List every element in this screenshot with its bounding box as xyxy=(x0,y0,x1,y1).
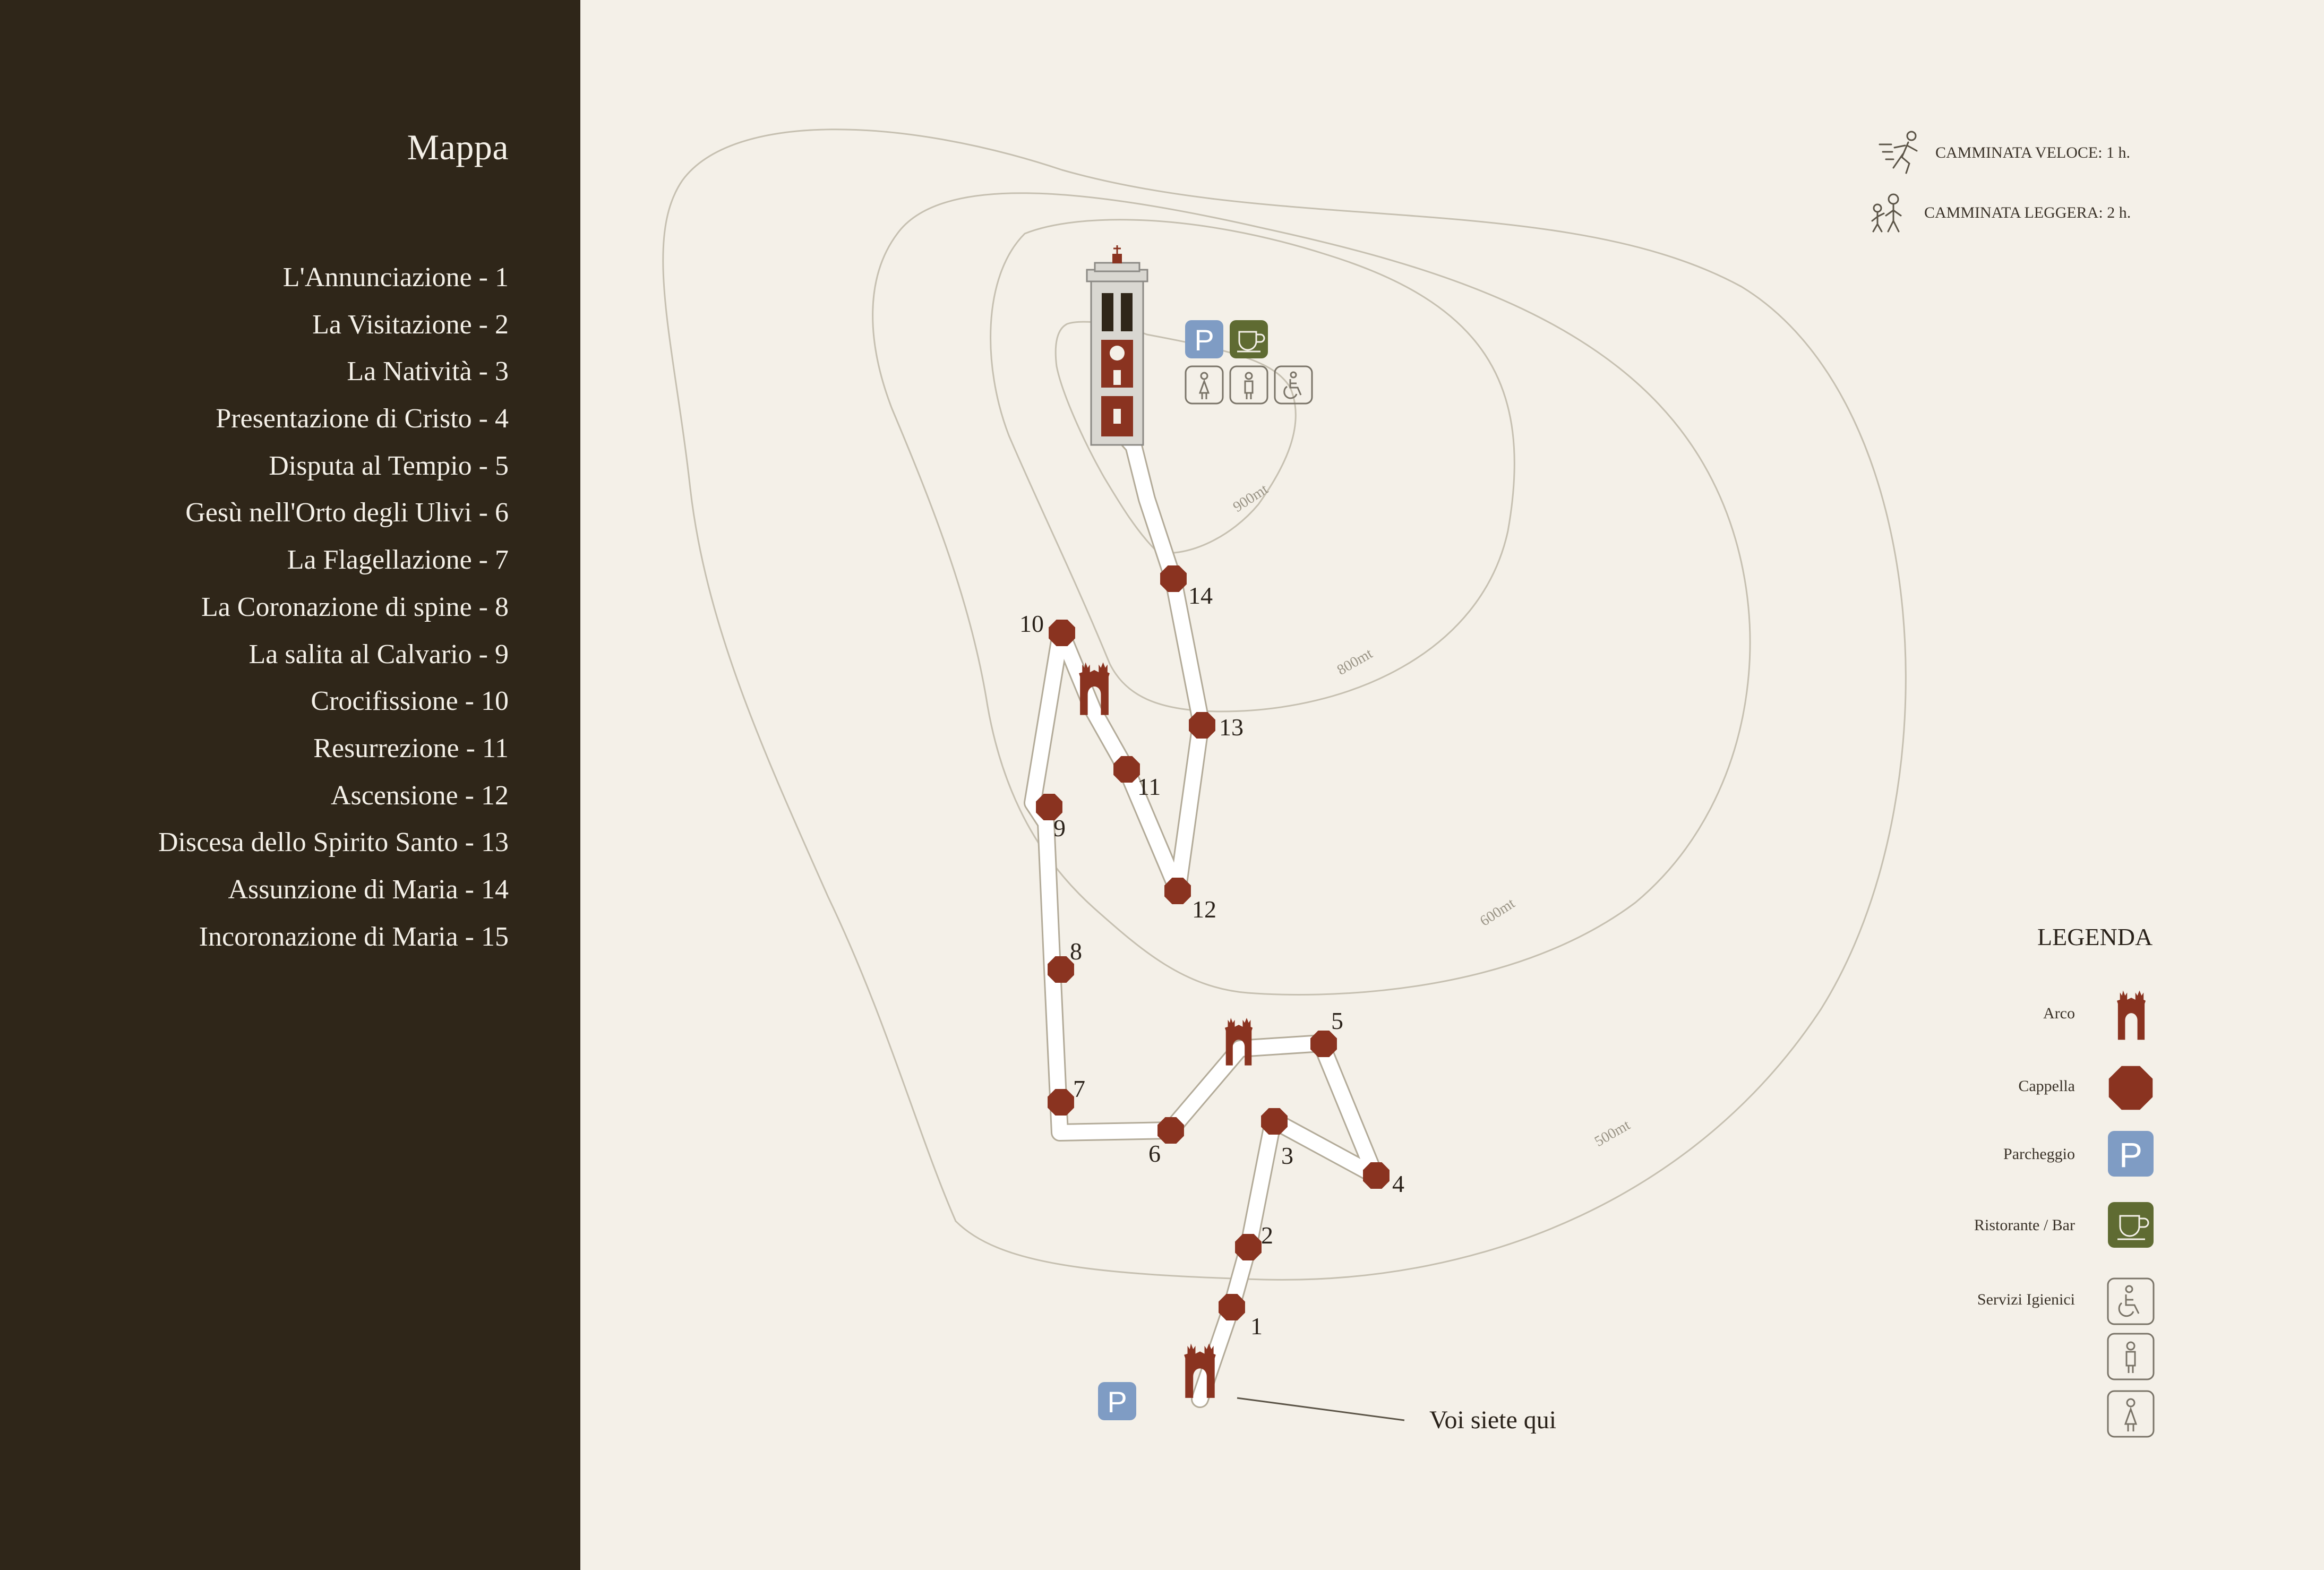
chapel-number: 11 xyxy=(1137,773,1161,800)
chapel-number: 9 xyxy=(1053,814,1066,842)
parking-letter: P xyxy=(1194,323,1214,357)
walking-people-icon xyxy=(1871,193,1902,233)
map-canvas[interactable]: 900mt 800mt 600mt 500mt 1 2 3 4 5 6 7 8 … xyxy=(0,0,2324,1570)
contour-lines xyxy=(662,128,1907,1281)
parking-letter: P xyxy=(2119,1135,2142,1174)
legend-toilet-icons xyxy=(2107,1277,2155,1438)
contour-600 xyxy=(872,192,1751,996)
chapel-14[interactable] xyxy=(1160,565,1187,592)
sanctuary-services: P xyxy=(1185,320,1313,405)
chapel-13[interactable] xyxy=(1189,712,1215,739)
chapel-number: 5 xyxy=(1331,1007,1343,1034)
chapel-12[interactable] xyxy=(1164,878,1191,904)
coffee-cup-icon[interactable] xyxy=(1230,320,1268,358)
chapel-number: 6 xyxy=(1148,1140,1161,1167)
contour-label-900: 900mt xyxy=(1230,481,1271,516)
chapel-4[interactable] xyxy=(1363,1162,1390,1189)
you-are-here-pointer xyxy=(1237,1397,1405,1421)
chapel-2[interactable] xyxy=(1235,1234,1262,1260)
chapel-number: 4 xyxy=(1392,1170,1404,1197)
sanctuary-tower-icon[interactable] xyxy=(1086,245,1148,446)
chapel-number: 2 xyxy=(1261,1222,1273,1249)
chapel-11[interactable] xyxy=(1113,756,1140,783)
chapel-1[interactable] xyxy=(1219,1294,1245,1320)
contour-label-500: 500mt xyxy=(1592,1117,1633,1150)
walk-fast-label: CAMMINATA VELOCE: 1 h. xyxy=(1935,144,2130,161)
legend-label-ristorante: Ristorante / Bar xyxy=(1974,1216,2075,1234)
contour-label-800: 800mt xyxy=(1334,645,1376,679)
chapel-number: 14 xyxy=(1188,582,1213,609)
arch-icon xyxy=(2116,990,2146,1040)
contour-label-600: 600mt xyxy=(1477,895,1518,930)
chapel-6[interactable] xyxy=(1157,1117,1184,1144)
toilet-women-icon xyxy=(2107,1390,2155,1438)
legend-label-servizi: Servizi Igienici xyxy=(1977,1291,2075,1308)
toilet-men-icon xyxy=(2107,1333,2155,1380)
chapel-number: 13 xyxy=(1219,714,1244,741)
coffee-cup-icon xyxy=(2108,1202,2154,1248)
chapel-3[interactable] xyxy=(1261,1108,1288,1135)
chapel-10[interactable] xyxy=(1049,620,1075,646)
running-person-icon xyxy=(1879,131,1918,174)
walk-slow-label: CAMMINATA LEGGERA: 2 h. xyxy=(1924,204,2131,221)
legend-labels: Arco Cappella Parcheggio Ristorante / Ba… xyxy=(1974,1005,2075,1308)
parking-letter: P xyxy=(1107,1385,1127,1419)
chapel-number: 12 xyxy=(1192,896,1216,923)
chapel-number: 8 xyxy=(1070,938,1082,965)
legend-title: LEGENDA xyxy=(2037,923,2153,950)
you-are-here-label: Voi siete qui xyxy=(1429,1406,1556,1434)
legend-label-arco: Arco xyxy=(2043,1005,2075,1022)
contour-500 xyxy=(662,128,1907,1281)
chapel-number: 1 xyxy=(1250,1312,1263,1340)
chapel-number: 7 xyxy=(1073,1075,1085,1102)
legend-label-cappella: Cappella xyxy=(2018,1077,2075,1095)
chapel-numbers: 1 2 3 4 5 6 7 8 9 10 11 12 13 14 xyxy=(1019,582,1404,1340)
chapel-5[interactable] xyxy=(1310,1031,1337,1057)
wheelchair-icon xyxy=(2107,1277,2155,1325)
chapel-7[interactable] xyxy=(1048,1089,1074,1116)
legend-label-parcheggio: Parcheggio xyxy=(2003,1145,2075,1163)
chapel-number: 3 xyxy=(1281,1142,1293,1169)
chapel-number: 10 xyxy=(1019,610,1044,637)
chapel-octagon-icon xyxy=(2108,1066,2153,1110)
